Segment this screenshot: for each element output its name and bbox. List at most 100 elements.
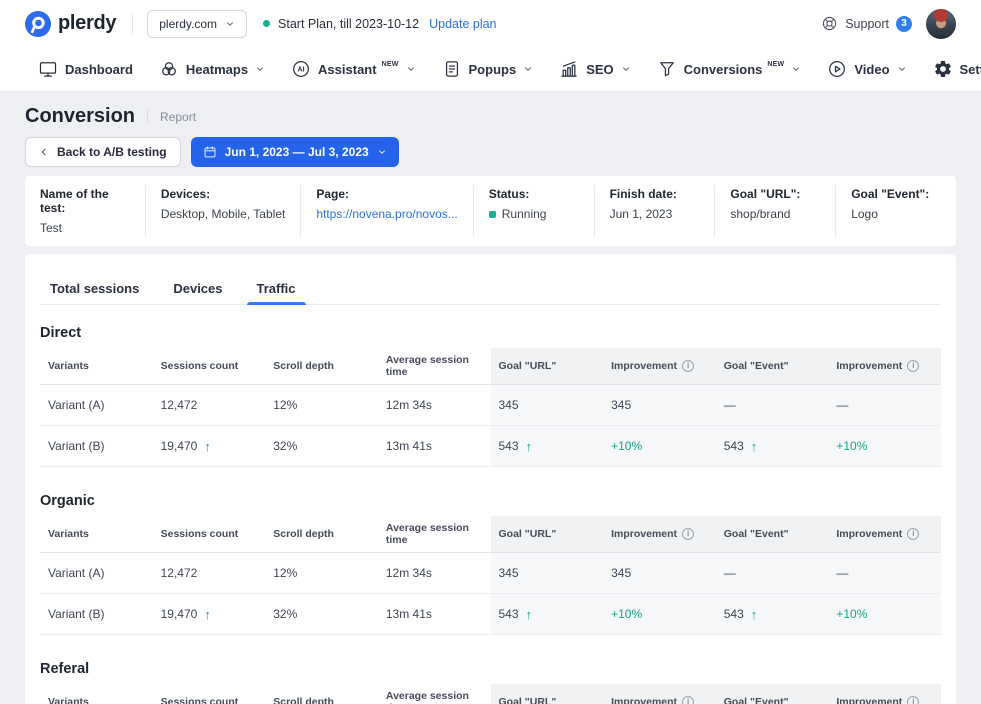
- info-field-goal-url: Goal "URL": shop/brand: [714, 185, 835, 237]
- info-field-value: Desktop, Mobile, Tablet: [161, 207, 286, 221]
- page-url-link[interactable]: https://novena.pro/novos...: [316, 207, 457, 221]
- column-header-average-session-time: Average session time: [378, 348, 491, 384]
- tab-traffic[interactable]: Traffic: [247, 272, 306, 304]
- column-header-goal-event: Goal "Event": [716, 684, 829, 704]
- nav-item-label: Popups: [469, 62, 517, 77]
- nav-item-label: Conversions: [684, 62, 763, 77]
- cell-improvement: +10%: [828, 426, 941, 466]
- column-header-improvement: Improvementi: [603, 516, 716, 552]
- cell-sessions-count: 19,470↑: [153, 426, 266, 466]
- chevron-down-icon: [225, 19, 235, 29]
- section-title: Direct: [40, 325, 941, 341]
- chevron-down-icon: [897, 64, 907, 74]
- nav-item-label: Video: [854, 62, 889, 77]
- cell-goal-url: 543↑: [491, 594, 604, 634]
- section-direct: DirectVariantsSessions countScroll depth…: [40, 325, 941, 467]
- column-header-goal-url: Goal "URL": [491, 516, 604, 552]
- brand[interactable]: plerdy: [25, 11, 116, 37]
- info-field-value: Running: [489, 207, 579, 221]
- section-title: Organic: [40, 493, 941, 509]
- info-icon[interactable]: i: [907, 528, 919, 540]
- nav-item-popups[interactable]: Popups: [442, 59, 534, 79]
- update-plan-link[interactable]: Update plan: [429, 17, 496, 31]
- info-field-goal-event: Goal "Event":Logo: [835, 185, 956, 237]
- brand-name: plerdy: [58, 12, 116, 35]
- column-header-scroll-depth: Scroll depth: [265, 516, 378, 552]
- table-row-variant-b: Variant (B)19,470↑32%13m 41s543↑+10%543↑…: [40, 594, 941, 635]
- cell-goal-event: 543↑: [716, 426, 829, 466]
- cell-variants: Variant (B): [40, 426, 153, 466]
- tab-devices[interactable]: Devices: [163, 272, 232, 304]
- new-badge: NEW: [382, 61, 399, 68]
- cell-variants: Variant (B): [40, 594, 153, 634]
- up-arrow-icon: ↑: [204, 439, 211, 454]
- cell-goal-url: 543↑: [491, 426, 604, 466]
- info-icon[interactable]: i: [907, 696, 919, 704]
- cell-sessions-count: 12,472: [153, 385, 266, 425]
- cell-improvement: —: [828, 553, 941, 593]
- info-icon[interactable]: i: [682, 696, 694, 704]
- tab-total-sessions[interactable]: Total sessions: [40, 272, 149, 304]
- nav-item-seo[interactable]: SEO: [559, 59, 630, 79]
- nav-item-video[interactable]: Video: [827, 59, 906, 79]
- heatmaps-icon: [159, 59, 179, 79]
- cell-variants: Variant (A): [40, 385, 153, 425]
- column-header-scroll-depth: Scroll depth: [265, 348, 378, 384]
- nav-item-label: Heatmaps: [186, 62, 248, 77]
- back-button-label: Back to A/B testing: [57, 145, 167, 159]
- info-field-label: Goal "URL":: [730, 187, 820, 201]
- nav-item-label: SEO: [586, 62, 613, 77]
- info-field-label: Name of the test:: [40, 187, 130, 215]
- tabs: Total sessions Devices Traffic: [40, 272, 941, 305]
- info-field-value: shop/brand: [730, 207, 820, 221]
- status-dot: [489, 211, 496, 218]
- plan-status-dot: [263, 20, 270, 27]
- table-header-row: VariantsSessions countScroll depthAverag…: [40, 516, 941, 553]
- seo-icon: [559, 59, 579, 79]
- cell-goal-event: —: [716, 553, 829, 593]
- nav-item-settings[interactable]: Settings: [933, 59, 981, 79]
- up-arrow-icon: ↑: [526, 607, 533, 622]
- cell-average-session-time: 13m 41s: [378, 594, 491, 634]
- cell-improvement: +10%: [603, 426, 716, 466]
- info-icon[interactable]: i: [682, 528, 694, 540]
- chevron-down-icon: [255, 64, 265, 74]
- nav-item-assistant[interactable]: AIAssistantNEW: [291, 59, 415, 79]
- column-header-goal-url: Goal "URL": [491, 348, 604, 384]
- info-field-finish-date: Finish date:Jun 1, 2023: [594, 185, 715, 237]
- date-range-button[interactable]: Jun 1, 2023 — Jul 3, 2023: [191, 137, 399, 167]
- info-field-status: Status:Running: [473, 185, 594, 237]
- info-icon[interactable]: i: [682, 360, 694, 372]
- cell-scroll-depth: 12%: [265, 385, 378, 425]
- settings-icon: [933, 59, 953, 79]
- nav-item-heatmaps[interactable]: Heatmaps: [159, 59, 265, 79]
- domain-label: plerdy.com: [159, 17, 217, 31]
- info-icon[interactable]: i: [907, 360, 919, 372]
- support-label: Support: [845, 17, 889, 31]
- cell-scroll-depth: 32%: [265, 426, 378, 466]
- domain-selector[interactable]: plerdy.com: [147, 10, 247, 38]
- avatar[interactable]: [926, 9, 956, 39]
- info-field-label: Devices:: [161, 187, 286, 201]
- popups-icon: [442, 59, 462, 79]
- nav-item-dashboard[interactable]: Dashboard: [38, 59, 133, 79]
- nav-item-label: Settings: [960, 62, 981, 77]
- info-field-devices: Devices: Desktop, Mobile, Tablet: [145, 185, 301, 237]
- back-button[interactable]: Back to A/B testing: [25, 137, 181, 167]
- up-arrow-icon: ↑: [204, 607, 211, 622]
- table-row-variant-a: Variant (A)12,47212%12m 34s345345——: [40, 553, 941, 594]
- table-row-variant-b: Variant (B)19,470↑32%13m 41s543↑+10%543↑…: [40, 426, 941, 467]
- plerdy-logo-icon: [25, 11, 51, 37]
- support-button[interactable]: Support 3: [821, 15, 912, 32]
- column-header-average-session-time: Average session time: [378, 684, 491, 704]
- column-header-goal-url: Goal "URL": [491, 684, 604, 704]
- chevron-down-icon: [621, 64, 631, 74]
- video-icon: [827, 59, 847, 79]
- support-icon: [821, 15, 838, 32]
- nav-item-conversions[interactable]: ConversionsNEW: [657, 59, 802, 79]
- report-card: Total sessionsDevicesTraffic DirectVaria…: [25, 254, 956, 704]
- column-header-goal-event: Goal "Event": [716, 516, 829, 552]
- column-header-improvement: Improvementi: [828, 684, 941, 704]
- info-field-page: Page:https://novena.pro/novos...: [300, 185, 472, 237]
- conversions-icon: [657, 59, 677, 79]
